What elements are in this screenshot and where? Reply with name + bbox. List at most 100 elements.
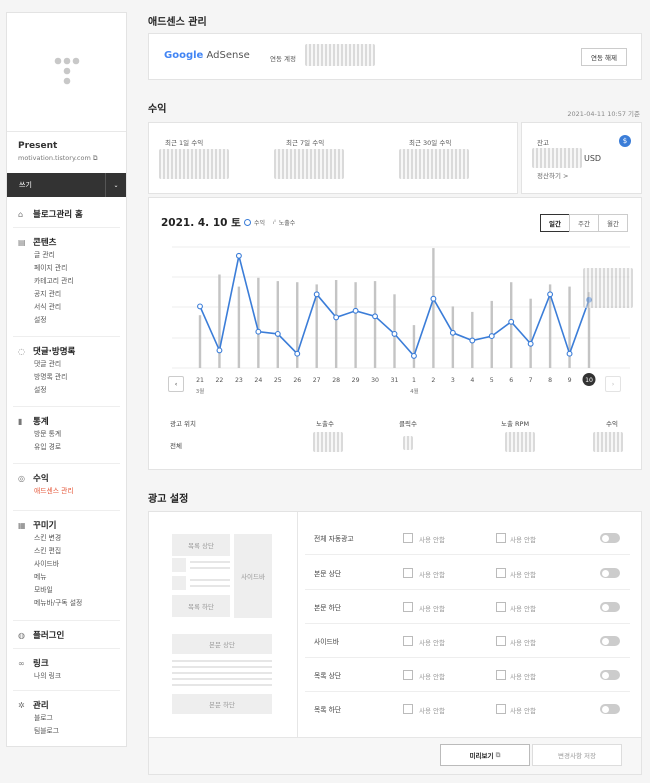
sidebar-subitem[interactable]: 블로그 <box>7 712 126 725</box>
sidebar-section-label[interactable]: 댓글·방명록 <box>33 345 75 357</box>
ad-option-label[interactable]: 사용 안함 <box>510 671 536 681</box>
ad-option-checkbox[interactable] <box>403 704 413 714</box>
ad-option-checkbox[interactable] <box>496 636 506 646</box>
mock-list-bottom: 목록 하단 <box>172 595 230 617</box>
ad-option-checkbox[interactable] <box>403 568 413 578</box>
mock-line <box>172 678 272 680</box>
sidebar-section-label[interactable]: 블로그관리 홈 <box>33 208 83 220</box>
tab-monthly[interactable]: 월간 <box>598 214 628 232</box>
ad-option-label[interactable]: 사용 안함 <box>419 603 445 613</box>
blog-name[interactable]: Present <box>7 132 126 151</box>
mock-line <box>190 585 230 587</box>
tab-weekly[interactable]: 주간 <box>569 214 599 232</box>
ad-option-checkbox[interactable] <box>496 602 506 612</box>
ad-option-checkbox[interactable] <box>403 602 413 612</box>
sidebar-section: ▮ 통계 방문 통계 유입 경로 <box>7 414 126 454</box>
ad-option-checkbox[interactable] <box>496 704 506 714</box>
unlink-button[interactable]: 연동 해제 <box>581 48 627 66</box>
sidebar-item-0[interactable]: ⌂ 블로그관리 홈 <box>7 207 126 221</box>
coin-icon: ◎ <box>18 473 25 483</box>
ad-toggle[interactable] <box>600 670 620 680</box>
sidebar-divider <box>13 690 120 691</box>
sidebar-subitem[interactable]: 카테고리 관리 <box>7 275 126 288</box>
sidebar-item-1[interactable]: ▤ 콘텐츠 <box>7 235 126 249</box>
blog-url[interactable]: motivation.tistory.com ⧉ <box>7 151 126 163</box>
settle-link[interactable]: 정산하기 > <box>537 170 568 180</box>
table-revenue-value <box>593 432 623 452</box>
ad-option-label[interactable]: 사용 안함 <box>419 637 445 647</box>
sidebar-section-label[interactable]: 링크 <box>33 657 49 669</box>
sidebar-subitem[interactable]: 설정 <box>7 314 126 327</box>
write-button[interactable]: 쓰기 ⌄ <box>7 173 126 197</box>
mock-thumb-2 <box>172 576 186 590</box>
sidebar-section-label[interactable]: 플러그인 <box>33 629 64 641</box>
chart-next-button[interactable]: › <box>605 376 621 392</box>
sidebar-subitem[interactable]: 스킨 변경 <box>7 532 126 545</box>
sidebar-section: ▦ 꾸미기 스킨 변경 스킨 편집 사이드바 메뉴 모바일 메뉴바/구독 설정 <box>7 518 126 610</box>
ad-option-checkbox[interactable] <box>403 533 413 543</box>
ad-toggle[interactable] <box>600 704 620 714</box>
sidebar-divider <box>13 406 120 407</box>
sidebar-item-2[interactable]: ◌ 댓글·방명록 <box>7 344 126 358</box>
ad-option-label[interactable]: 사용 안함 <box>419 671 445 681</box>
sidebar-subitem[interactable]: 애드센스 관리 <box>7 485 126 498</box>
sidebar-item-8[interactable]: ✲ 관리 <box>7 698 126 712</box>
sidebar-subitem[interactable]: 팀블로그 <box>7 725 126 738</box>
sidebar-subitem[interactable]: 서식 관리 <box>7 301 126 314</box>
preview-button[interactable]: 미리보기 ⧉ <box>440 744 530 766</box>
ad-toggle[interactable] <box>600 602 620 612</box>
ad-option-label[interactable]: 사용 안함 <box>419 569 445 579</box>
sidebar-subitem[interactable]: 메뉴 <box>7 571 126 584</box>
sidebar-item-3[interactable]: ▮ 통계 <box>7 414 126 428</box>
table-header-clicks: 클릭수 <box>399 420 417 428</box>
sidebar-subitem[interactable]: 모바일 <box>7 584 126 597</box>
ad-option-label[interactable]: 사용 안함 <box>510 637 536 647</box>
ad-option-checkbox[interactable] <box>403 670 413 680</box>
ad-option-label[interactable]: 사용 안함 <box>510 603 536 613</box>
tab-daily[interactable]: 일간 <box>540 214 570 232</box>
table-impressions-value <box>313 432 343 452</box>
ad-option-label[interactable]: 사용 안함 <box>510 534 536 544</box>
chart-prev-button[interactable]: ‹ <box>168 376 184 392</box>
ad-option-label[interactable]: 사용 안함 <box>419 705 445 715</box>
sidebar-subitem[interactable]: 공지 관리 <box>7 288 126 301</box>
sidebar-item-5[interactable]: ▦ 꾸미기 <box>7 518 126 532</box>
sidebar-subitem[interactable]: 방문 통계 <box>7 428 126 441</box>
sidebar-subitem[interactable]: 유입 경로 <box>7 441 126 454</box>
sidebar-divider <box>13 510 120 511</box>
ad-toggle[interactable] <box>600 533 620 543</box>
ad-option-checkbox[interactable] <box>496 533 506 543</box>
sidebar-item-7[interactable]: ∞ 링크 <box>7 656 126 670</box>
sidebar-subitem[interactable]: 글 관리 <box>7 249 126 262</box>
sidebar-section-label[interactable]: 통계 <box>33 415 49 427</box>
ad-option-label[interactable]: 사용 안함 <box>510 705 536 715</box>
sidebar-subitem[interactable]: 메뉴바/구독 설정 <box>7 597 126 610</box>
revenue-30day-label: 최근 30일 수익 <box>409 139 452 147</box>
plugin-icon: ◍ <box>18 630 25 640</box>
sidebar-subitem[interactable]: 사이드바 <box>7 558 126 571</box>
sidebar-subitem[interactable]: 스킨 편집 <box>7 545 126 558</box>
chart-icon: ▮ <box>18 416 23 426</box>
sidebar-subitem[interactable]: 설정 <box>7 384 126 397</box>
sidebar-subitem[interactable]: 나의 링크 <box>7 670 126 683</box>
ad-option-label[interactable]: 사용 안함 <box>419 534 445 544</box>
sidebar-section-label[interactable]: 꾸미기 <box>33 519 56 531</box>
ad-toggle[interactable] <box>600 636 620 646</box>
ad-option-checkbox[interactable] <box>496 568 506 578</box>
sidebar-subitem[interactable]: 댓글 관리 <box>7 358 126 371</box>
sidebar-subitem[interactable]: 방명록 관리 <box>7 371 126 384</box>
sidebar-section-label[interactable]: 수익 <box>33 472 49 484</box>
blog-logo[interactable] <box>7 13 126 132</box>
ad-option-checkbox[interactable] <box>403 636 413 646</box>
ad-option-checkbox[interactable] <box>496 670 506 680</box>
sidebar-section-label[interactable]: 관리 <box>33 699 49 711</box>
sidebar-subitem[interactable]: 페이지 관리 <box>7 262 126 275</box>
ad-toggle[interactable] <box>600 568 620 578</box>
save-changes-button[interactable]: 변경사항 저장 <box>532 744 622 766</box>
mock-sidebar: 사이드바 <box>234 534 272 618</box>
sidebar-item-4[interactable]: ◎ 수익 <box>7 471 126 485</box>
sidebar-item-6[interactable]: ◍ 플러그인 <box>7 628 126 642</box>
sidebar-section-label[interactable]: 콘텐츠 <box>33 236 56 248</box>
chevron-down-icon[interactable]: ⌄ <box>105 173 126 197</box>
ad-option-label[interactable]: 사용 안함 <box>510 569 536 579</box>
